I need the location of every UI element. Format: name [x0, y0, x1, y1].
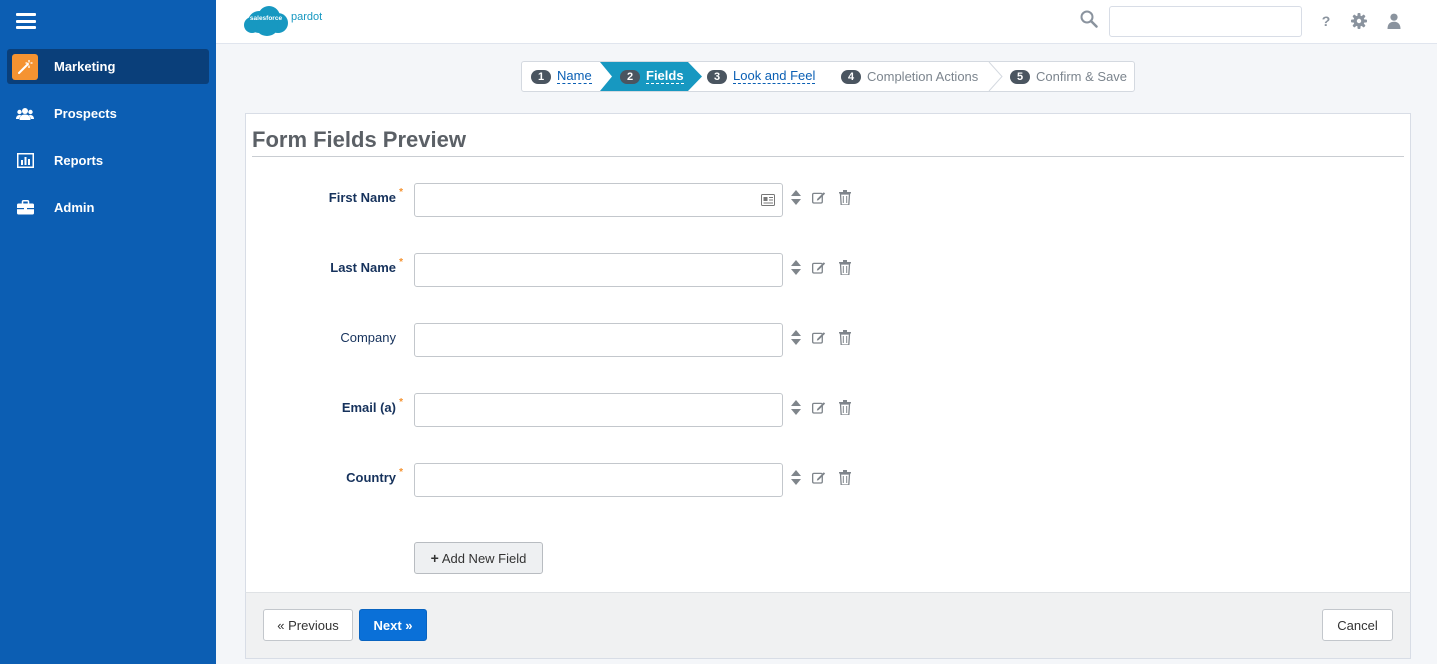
step-label: Name: [557, 68, 592, 84]
marketing-wand-icon: [12, 53, 38, 80]
step-number: 4: [841, 69, 861, 84]
step-separator: [988, 62, 1003, 91]
step-number: 2: [620, 69, 640, 84]
first-name-field[interactable]: [414, 183, 783, 217]
hamburger-menu-icon[interactable]: [16, 13, 36, 29]
field-label: Company: [340, 330, 396, 345]
reorder-arrows-icon[interactable]: [789, 469, 803, 485]
field-label: Email (a) *: [341, 397, 403, 415]
gear-icon[interactable]: [1350, 12, 1368, 30]
contact-card-icon[interactable]: [761, 193, 775, 206]
previous-button[interactable]: « Previous: [263, 609, 353, 641]
required-marker: *: [399, 397, 403, 408]
last-name-field[interactable]: [414, 253, 783, 287]
bar-chart-icon: [12, 148, 38, 174]
reorder-arrows-icon[interactable]: [789, 189, 803, 205]
search-icon[interactable]: [1080, 10, 1100, 30]
step-label: Look and Feel: [733, 68, 816, 84]
wizard-footer: « Previous Next » Cancel: [245, 592, 1411, 659]
sidebar-item-marketing[interactable]: Marketing: [7, 49, 209, 84]
logo-badge-text: salesforce: [249, 15, 283, 22]
add-field-label: Add New Field: [441, 550, 527, 566]
help-glyph: ?: [1321, 13, 1331, 29]
wizard-step-fields[interactable]: 2 Fields: [620, 62, 684, 91]
form-field-row: Country *: [246, 463, 1146, 497]
step-number: 5: [1010, 69, 1030, 84]
search-input[interactable]: [1109, 6, 1302, 37]
reorder-arrows-icon[interactable]: [789, 329, 803, 345]
wizard-step-look-and-feel[interactable]: 3 Look and Feel: [707, 62, 816, 91]
trash-icon[interactable]: [838, 329, 852, 345]
email-field[interactable]: [414, 393, 783, 427]
edit-icon[interactable]: [812, 469, 826, 485]
form-fields-panel: Form Fields Preview First Name * Last Na…: [245, 113, 1411, 592]
required-marker: *: [399, 187, 403, 198]
sidebar-item-label: Reports: [54, 153, 104, 168]
user-profile-icon[interactable]: [1385, 12, 1403, 30]
form-wizard-steps: 1 Name 2 Fields 3 Look and Feel 4 Comple…: [521, 61, 1135, 92]
field-label: First Name *: [328, 187, 403, 205]
sidebar-item-admin[interactable]: Admin: [7, 190, 209, 225]
step-label: Confirm & Save: [1036, 69, 1128, 84]
step-number: 3: [707, 69, 727, 84]
wizard-step-name[interactable]: 1 Name: [531, 62, 592, 91]
trash-icon[interactable]: [838, 259, 852, 275]
reorder-arrows-icon[interactable]: [789, 399, 803, 415]
next-button[interactable]: Next »: [359, 609, 427, 641]
step-number: 1: [531, 69, 551, 84]
step-label: Completion Actions: [867, 69, 979, 84]
edit-icon[interactable]: [812, 259, 826, 275]
salesforce-pardot-logo[interactable]: salesforce pardot: [244, 5, 322, 36]
sidebar-item-prospects[interactable]: Prospects: [7, 96, 209, 131]
sidebar-item-reports[interactable]: Reports: [7, 143, 209, 178]
logo-text: pardot: [291, 10, 323, 23]
help-icon[interactable]: ?: [1317, 12, 1335, 30]
sidebar: Marketing Prospects Reports Admin: [0, 0, 216, 664]
country-field[interactable]: [414, 463, 783, 497]
company-field[interactable]: [414, 323, 783, 357]
form-field-row: Company: [246, 323, 1146, 357]
sidebar-item-label: Admin: [54, 200, 95, 215]
users-icon: [12, 101, 38, 127]
cancel-button[interactable]: Cancel: [1322, 609, 1393, 641]
edit-icon[interactable]: [812, 399, 826, 415]
required-marker: *: [399, 257, 403, 268]
salesforce-cloud-icon: salesforce: [244, 5, 288, 36]
step-label: Fields: [646, 68, 684, 84]
top-bar: salesforce pardot ?: [216, 0, 1437, 44]
add-new-field-button[interactable]: + Add New Field: [414, 542, 543, 574]
field-label: Country *: [346, 467, 403, 485]
reorder-arrows-icon[interactable]: [789, 259, 803, 275]
field-label: Last Name *: [330, 257, 403, 275]
briefcase-icon: [12, 195, 38, 221]
trash-icon[interactable]: [838, 399, 852, 415]
title-divider: [252, 156, 1404, 157]
form-field-row: Email (a) *: [246, 393, 1146, 427]
trash-icon[interactable]: [838, 189, 852, 205]
trash-icon[interactable]: [838, 469, 852, 485]
sidebar-item-label: Marketing: [54, 59, 116, 74]
form-field-row: First Name *: [246, 183, 1146, 217]
sidebar-item-label: Prospects: [54, 106, 117, 121]
required-marker: *: [399, 467, 403, 478]
form-field-row: Last Name *: [246, 253, 1146, 287]
wizard-step-completion-actions: 4 Completion Actions: [841, 62, 978, 91]
plus-icon: +: [430, 550, 439, 566]
page-title: Form Fields Preview: [252, 127, 466, 152]
wizard-step-confirm-save: 5 Confirm & Save: [1010, 62, 1127, 91]
edit-icon[interactable]: [812, 329, 826, 345]
edit-icon[interactable]: [812, 189, 826, 205]
